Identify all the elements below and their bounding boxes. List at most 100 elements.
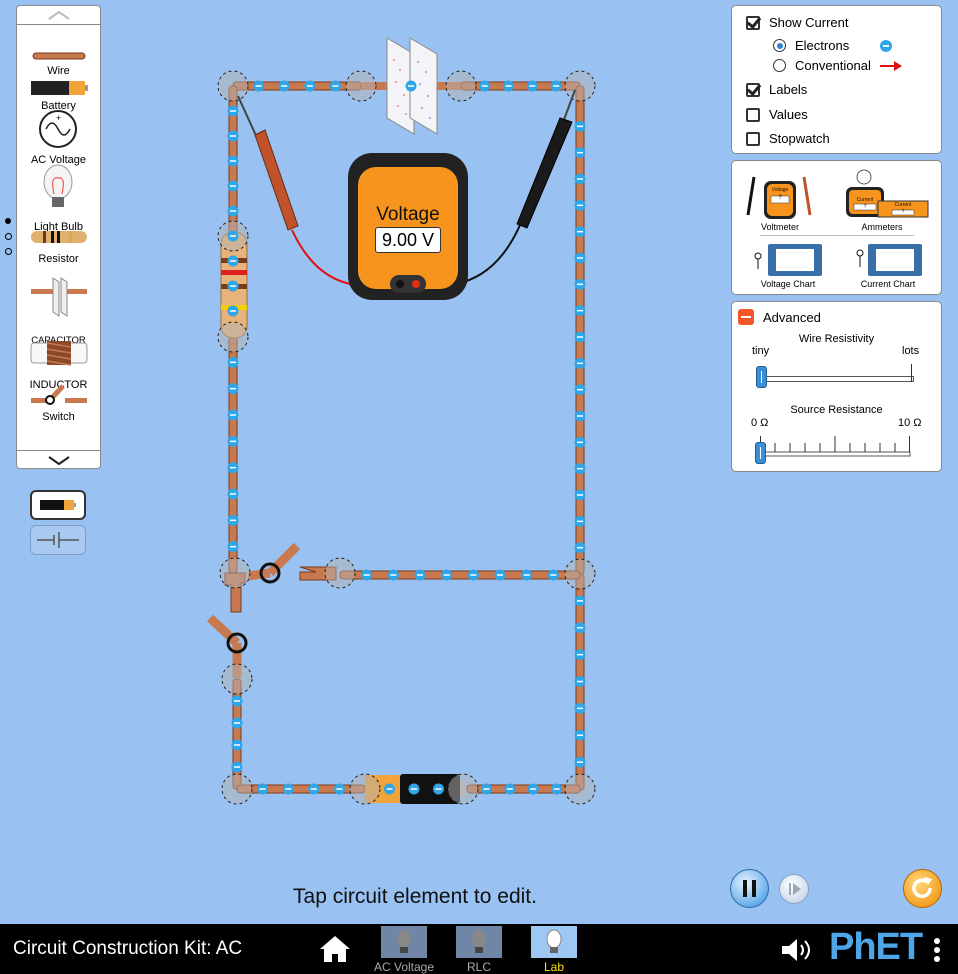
source-resistance-slider[interactable] bbox=[755, 434, 912, 464]
electrons-radio-icon bbox=[773, 39, 786, 52]
voltmeter-jacks bbox=[390, 275, 426, 293]
vertex-battery-right[interactable] bbox=[447, 773, 479, 805]
wire-resistivity-track bbox=[760, 376, 914, 382]
electron-icon bbox=[880, 39, 893, 52]
screen-tab-ac-voltage[interactable]: AC Voltage bbox=[372, 926, 436, 974]
voltmeter-tool-label: Voltmeter bbox=[760, 222, 800, 232]
screen-tab-rlc[interactable]: RLC bbox=[453, 926, 505, 974]
voltmeter-icon-q: ? bbox=[778, 195, 782, 201]
reset-all-button[interactable] bbox=[903, 869, 942, 908]
values-label: Values bbox=[769, 107, 808, 122]
stopwatch-label: Stopwatch bbox=[769, 131, 830, 146]
lab-tab-label: Lab bbox=[543, 960, 565, 974]
conventional-label: Conventional bbox=[795, 58, 871, 73]
arrow-right-icon bbox=[879, 60, 902, 71]
vertex-resistor-bottom[interactable] bbox=[217, 321, 249, 353]
navigation-bar: Circuit Construction Kit: AC AC Voltage … bbox=[0, 924, 958, 974]
pause-icon bbox=[743, 880, 756, 897]
voltmeter[interactable]: Voltage 9.00 V bbox=[348, 153, 468, 300]
vertex-top-left[interactable] bbox=[217, 70, 249, 102]
show-current-check-icon bbox=[746, 15, 760, 30]
voltage-chart-label: Voltage Chart bbox=[760, 279, 816, 289]
labels-label: Labels bbox=[769, 82, 808, 97]
current-chart-icon bbox=[856, 244, 922, 276]
wire-top-left[interactable] bbox=[232, 81, 362, 91]
vertex-switch-lower[interactable] bbox=[221, 663, 253, 695]
light-bulb-icon bbox=[546, 929, 562, 953]
ammeters-tool[interactable]: Current ? Current ? Ammeters bbox=[830, 167, 934, 233]
hint-text: Tap circuit element to edit. bbox=[293, 885, 537, 908]
sim-title: Circuit Construction Kit: AC bbox=[13, 938, 243, 959]
wire-bottom-left[interactable] bbox=[236, 784, 366, 794]
step-icon bbox=[789, 883, 801, 895]
screen-tab-lab[interactable]: Lab bbox=[528, 926, 580, 974]
lab-screen-thumb bbox=[531, 926, 577, 958]
vertex-cap-right[interactable] bbox=[445, 70, 477, 102]
advanced-title: Advanced bbox=[763, 310, 821, 325]
vertex-top-right[interactable] bbox=[564, 70, 596, 102]
vertex-right-middle[interactable] bbox=[564, 558, 596, 590]
step-forward-button[interactable] bbox=[779, 874, 809, 904]
vertex-battery-left[interactable] bbox=[349, 773, 381, 805]
wire-resistivity-thumb[interactable] bbox=[756, 366, 767, 388]
sensor-divider bbox=[760, 235, 914, 236]
home-button[interactable] bbox=[318, 934, 352, 964]
light-bulb-icon bbox=[472, 930, 486, 953]
show-current-label: Show Current bbox=[769, 15, 849, 30]
source-resistance-ticks bbox=[760, 436, 911, 457]
voltmeter-red-probe[interactable] bbox=[237, 95, 299, 231]
wire-resistivity-max: lots bbox=[902, 345, 920, 357]
ac-voltage-screen-thumb bbox=[381, 926, 427, 958]
home-icon bbox=[320, 936, 350, 962]
voltmeter-icon-text: Voltage bbox=[771, 187, 789, 193]
stopwatch-checkbox[interactable]: Stopwatch bbox=[746, 131, 830, 146]
play-pause-button[interactable] bbox=[730, 869, 769, 908]
values-checkbox[interactable]: Values bbox=[746, 107, 808, 122]
source-resistance-thumb[interactable] bbox=[755, 442, 766, 464]
ammeters-tool-label: Ammeters bbox=[861, 222, 903, 232]
ammeter-icon-text: Current bbox=[856, 197, 874, 203]
show-current-checkbox[interactable]: Show Current bbox=[746, 15, 848, 30]
conventional-radio[interactable]: Conventional bbox=[773, 58, 903, 73]
more-vertical-icon bbox=[934, 938, 940, 962]
voltmeter-tool[interactable]: Voltage ? Voltmeter bbox=[742, 171, 818, 233]
phet-logo[interactable]: PhET bbox=[829, 926, 923, 969]
voltmeter-title: Voltage bbox=[376, 204, 440, 225]
labels-check-icon bbox=[746, 82, 760, 97]
wire-resistivity-label: Wire Resistivity bbox=[798, 333, 875, 345]
sound-toggle-button[interactable] bbox=[780, 936, 814, 964]
wire-resistivity-slider[interactable] bbox=[756, 364, 914, 390]
source-resistance-label: Source Resistance bbox=[790, 404, 883, 416]
ammeters-icon bbox=[846, 169, 929, 218]
current-chart-tool[interactable]: Current Chart bbox=[850, 241, 926, 291]
ac-voltage-tab-label: AC Voltage bbox=[373, 960, 435, 974]
voltage-chart-tool[interactable]: Voltage Chart bbox=[750, 241, 826, 291]
wire-right-upper[interactable] bbox=[575, 85, 585, 575]
ammeter-icon-q: ? bbox=[863, 204, 867, 210]
advanced-panel: Advanced Wire Resistivity tiny lots Sour… bbox=[731, 301, 942, 472]
current-chart-label: Current Chart bbox=[860, 279, 916, 289]
wire-middle-horizontal[interactable] bbox=[339, 570, 581, 580]
display-options-panel: Show Current Electrons Conventional Labe… bbox=[731, 5, 942, 154]
wire-top-right[interactable] bbox=[460, 81, 581, 91]
vertex-bottom-left[interactable] bbox=[221, 773, 253, 805]
voltmeter-black-probe[interactable] bbox=[516, 89, 576, 229]
wire-ammeter-icon-text: Current bbox=[894, 202, 912, 208]
vertex-switch-right[interactable] bbox=[324, 557, 356, 589]
source-resistance-min: 0 Ω bbox=[751, 417, 769, 429]
voltmeter-reading: 9.00 V bbox=[375, 227, 441, 253]
speaker-icon bbox=[782, 939, 810, 961]
vertex-switch-left[interactable] bbox=[219, 557, 251, 589]
advanced-collapse-button[interactable] bbox=[738, 309, 754, 325]
vertex-bottom-right[interactable] bbox=[564, 773, 596, 805]
wire-left-middle[interactable] bbox=[228, 336, 238, 574]
minus-icon bbox=[741, 316, 751, 318]
light-bulb-icon bbox=[397, 930, 411, 953]
values-check-icon bbox=[746, 107, 760, 122]
phet-menu-button[interactable] bbox=[933, 937, 941, 965]
voltage-chart-icon bbox=[754, 244, 822, 276]
electrons-radio[interactable]: Electrons bbox=[773, 38, 893, 53]
labels-checkbox[interactable]: Labels bbox=[746, 82, 807, 97]
sensor-toolbox: Voltage ? Voltmeter Current ? Current ? … bbox=[731, 160, 942, 295]
vertex-cap-left[interactable] bbox=[345, 70, 377, 102]
